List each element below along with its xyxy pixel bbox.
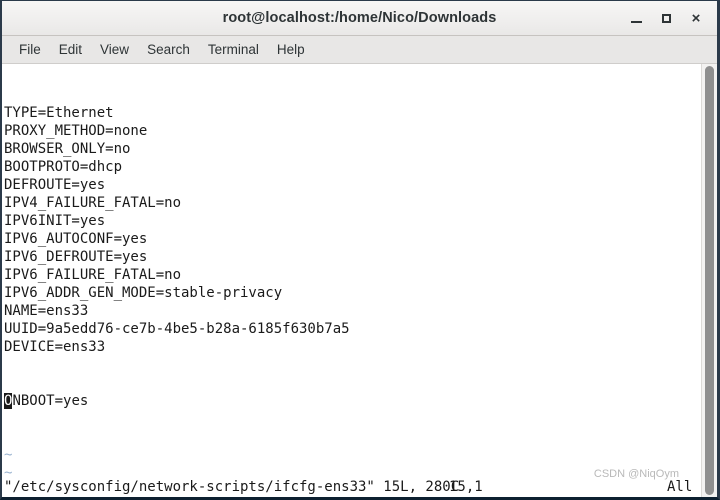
menu-item-help[interactable]: Help bbox=[268, 39, 314, 60]
vim-buffer-line: IPV6_DEFROUTE=yes bbox=[4, 249, 148, 265]
minimize-button[interactable] bbox=[621, 4, 651, 32]
vim-buffer-line: NAME=ens33 bbox=[4, 303, 89, 319]
window-title: root@localhost:/home/Nico/Downloads bbox=[222, 10, 497, 26]
maximize-button[interactable] bbox=[651, 4, 681, 32]
vim-buffer-line: TYPE=Ethernet bbox=[4, 105, 114, 121]
vim-buffer-line: IPV4_FAILURE_FATAL=no bbox=[4, 195, 182, 211]
maximize-icon bbox=[661, 13, 671, 23]
vim-cursor-position: 15,1 bbox=[449, 479, 483, 495]
vim-cursor-line-rest: NBOOT=yes bbox=[12, 393, 89, 409]
vim-status-line: "/etc/sysconfig/network-scripts/ifcfg-en… bbox=[4, 477, 701, 497]
menu-item-view[interactable]: View bbox=[91, 39, 138, 60]
menu-item-terminal[interactable]: Terminal bbox=[199, 39, 268, 60]
window-controls: × bbox=[621, 1, 711, 35]
menu-bar: File Edit View Search Terminal Help bbox=[2, 36, 717, 64]
menu-item-edit[interactable]: Edit bbox=[50, 39, 91, 60]
vim-buffer-line: UUID=9a5edd76-ce7b-4be5-b28a-6185f630b7a… bbox=[4, 321, 350, 337]
vim-buffer-line: PROXY_METHOD=none bbox=[4, 123, 148, 139]
menu-item-search[interactable]: Search bbox=[138, 39, 199, 60]
terminal-area: TYPE=Ethernet PROXY_METHOD=none BROWSER_ON… bbox=[2, 64, 717, 497]
vim-cursor-line: ONBOOT=yes bbox=[4, 392, 701, 410]
scrollbar-thumb[interactable] bbox=[705, 66, 714, 495]
vim-file-info: "/etc/sysconfig/network-scripts/ifcfg-en… bbox=[4, 479, 460, 495]
terminal-scrollbar[interactable] bbox=[701, 64, 717, 497]
terminal-window: root@localhost:/home/Nico/Downloads × Fi… bbox=[0, 0, 720, 500]
close-button[interactable]: × bbox=[681, 4, 711, 32]
menu-item-file[interactable]: File bbox=[10, 39, 50, 60]
vim-buffer-line: IPV6_AUTOCONF=yes bbox=[4, 231, 148, 247]
vim-buffer-lines: TYPE=Ethernet PROXY_METHOD=none BROWSER_ON… bbox=[4, 104, 701, 356]
close-icon: × bbox=[691, 9, 701, 27]
minimize-icon bbox=[630, 21, 642, 23]
terminal-screen[interactable]: TYPE=Ethernet PROXY_METHOD=none BROWSER_ON… bbox=[2, 64, 701, 497]
vim-buffer-line: BROWSER_ONLY=no bbox=[4, 141, 131, 157]
vim-buffer-line: BOOTPROTO=dhcp bbox=[4, 159, 123, 175]
vim-buffer-line: IPV6INIT=yes bbox=[4, 213, 106, 229]
vim-buffer-line: IPV6_ADDR_GEN_MODE=stable-privacy bbox=[4, 285, 283, 301]
vim-empty-line-marker: ~ bbox=[4, 447, 13, 463]
title-bar[interactable]: root@localhost:/home/Nico/Downloads × bbox=[2, 1, 717, 36]
vim-buffer-line: DEVICE=ens33 bbox=[4, 339, 106, 355]
vim-scroll-indicator: All bbox=[667, 479, 693, 495]
vim-buffer-line: IPV6_FAILURE_FATAL=no bbox=[4, 267, 182, 283]
vim-buffer-line: DEFROUTE=yes bbox=[4, 177, 106, 193]
